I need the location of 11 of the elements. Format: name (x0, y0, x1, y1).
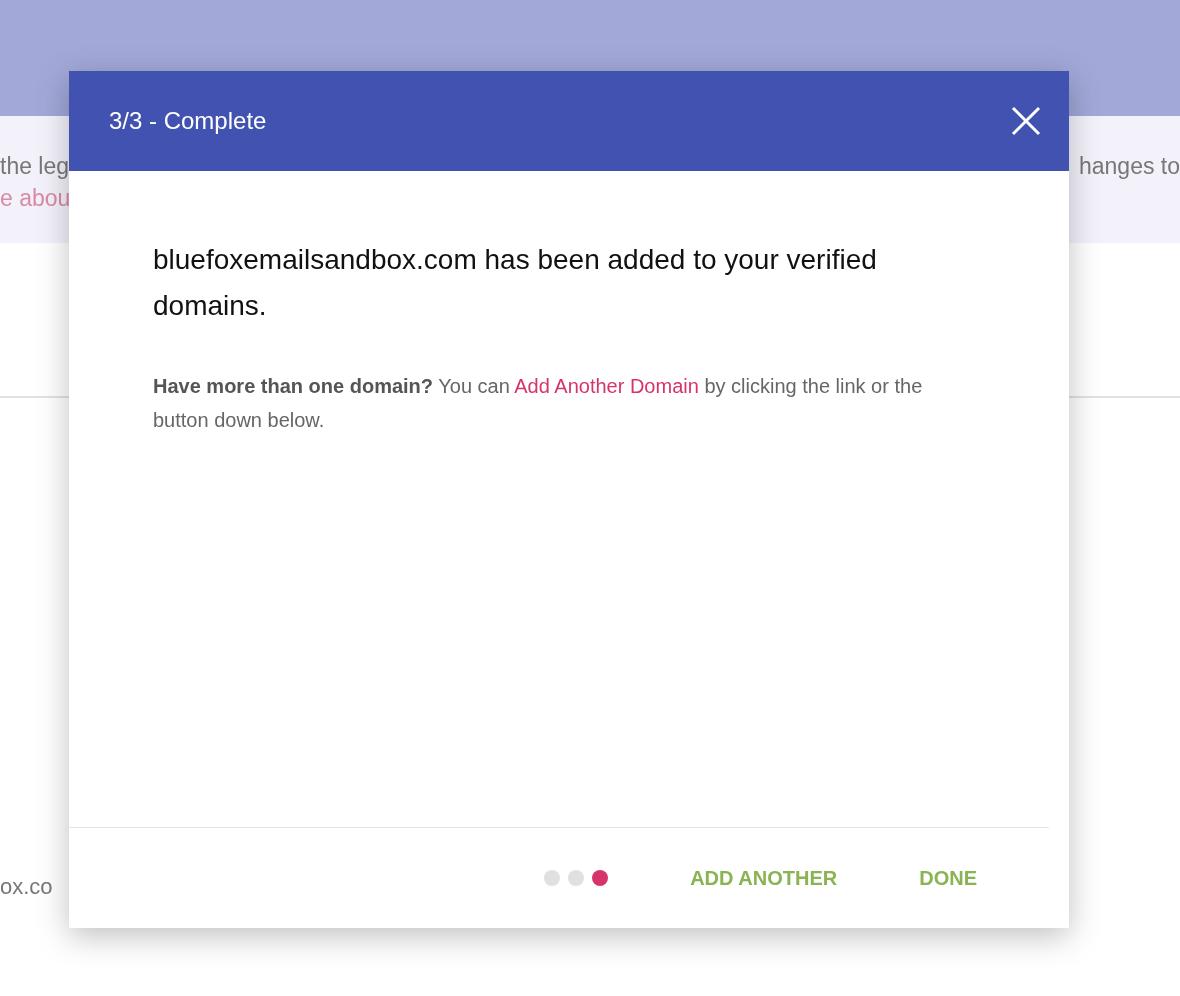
domain-text: ox.co (0, 874, 53, 900)
dialog-button[interactable]: DONE (907, 858, 989, 898)
banner-text: the leg (0, 152, 71, 180)
help-text: Have more than one domain? You can Add Another Domain by clicking the link or the button down below. (153, 374, 924, 433)
banner-text: hanges to (1078, 152, 1180, 180)
banner-link[interactable]: e abou (0, 184, 71, 212)
close-icon[interactable] (1011, 106, 1041, 136)
dialog-button[interactable]: ADD ANOTHER (678, 858, 850, 898)
add-domain-link[interactable]: Add Another Domain (514, 375, 699, 397)
dialog-title: 3/3 - Complete (109, 107, 267, 135)
success-message: bluefoxemailsandbox.com has been added to your verified domains. (153, 243, 878, 323)
